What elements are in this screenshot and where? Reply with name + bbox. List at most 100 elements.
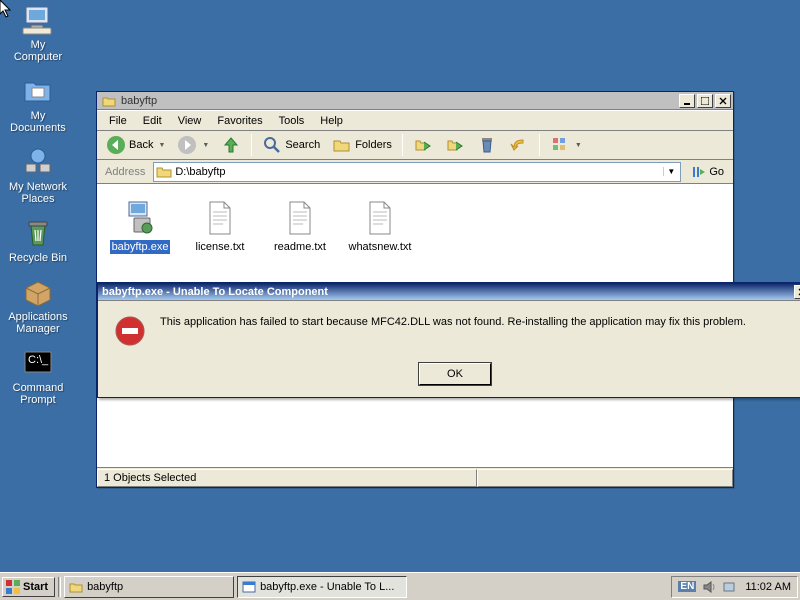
undo-button[interactable] [504, 132, 534, 158]
search-label: Search [285, 139, 320, 151]
language-indicator[interactable]: EN [678, 581, 696, 592]
menu-favorites[interactable]: Favorites [209, 113, 270, 129]
icon-label: Recycle Bin [9, 252, 67, 264]
dialog-close-button[interactable] [794, 285, 800, 299]
up-icon [221, 135, 241, 155]
icon-label: Applications Manager [6, 311, 70, 335]
menu-help[interactable]: Help [312, 113, 351, 129]
folder-icon [156, 165, 172, 179]
file-label: babyftp.exe [110, 240, 171, 254]
address-input[interactable] [175, 166, 663, 178]
copy-to-button[interactable] [440, 132, 470, 158]
folders-button[interactable]: Folders [327, 132, 397, 158]
file-item-license-txt[interactable]: license.txt [183, 197, 257, 257]
desktop-icon-command-prompt[interactable]: C:\_ Command Prompt [4, 345, 72, 408]
dialog-actions: OK [98, 357, 800, 397]
address-dropdown[interactable]: ▼ [663, 167, 678, 176]
undo-icon [509, 135, 529, 155]
up-button[interactable] [216, 132, 246, 158]
svg-text:C:\_: C:\_ [28, 354, 49, 366]
task-label: babyftp.exe - Unable To L... [260, 581, 394, 593]
desktop-icon-applications-manager[interactable]: Applications Manager [4, 274, 72, 337]
views-button[interactable]: ▼ [545, 132, 587, 158]
exe-icon [124, 200, 156, 236]
dialog-message: This application has failed to start bec… [160, 315, 746, 329]
dialog-titlebar[interactable]: babyftp.exe - Unable To Locate Component [98, 283, 800, 301]
task-button-explorer[interactable]: babyftp [64, 576, 234, 598]
folders-icon [332, 135, 352, 155]
chevron-down-icon: ▼ [575, 142, 582, 149]
toolbar: Back ▼ ▼ Search Folders ▼ [97, 130, 733, 160]
error-icon [114, 315, 146, 347]
chevron-down-icon: ▼ [202, 142, 209, 149]
volume-icon[interactable] [702, 580, 716, 594]
start-button[interactable]: Start [2, 577, 55, 597]
txt-icon [364, 200, 396, 236]
folder-icon [69, 580, 83, 594]
desktop-icon-my-documents[interactable]: My Documents [4, 73, 72, 136]
close-button[interactable] [715, 94, 731, 108]
dialog-title: babyftp.exe - Unable To Locate Component [100, 286, 794, 298]
copyto-icon [445, 135, 465, 155]
maximize-button[interactable] [697, 94, 713, 108]
minimize-button[interactable] [679, 94, 695, 108]
menu-tools[interactable]: Tools [271, 113, 313, 129]
ok-button[interactable]: OK [419, 363, 491, 385]
file-label: readme.txt [272, 240, 328, 254]
statusbar: 1 Objects Selected [97, 467, 733, 487]
addressbar: Address ▼ Go [97, 160, 733, 184]
move-to-button[interactable] [408, 132, 438, 158]
desktop-icon-my-computer[interactable]: My Computer [4, 2, 72, 65]
menu-file[interactable]: File [101, 113, 135, 129]
recycle-icon [22, 217, 54, 249]
delete-button[interactable] [472, 132, 502, 158]
taskbar-separator [58, 577, 61, 597]
folder-icon [102, 94, 116, 108]
icon-label: My Computer [6, 39, 70, 63]
status-spacer [477, 469, 733, 487]
go-button[interactable]: Go [685, 162, 729, 182]
file-label: whatsnew.txt [347, 240, 414, 254]
go-icon [690, 164, 706, 180]
moveto-icon [413, 135, 433, 155]
file-item-babyftp-exe[interactable]: babyftp.exe [103, 197, 177, 257]
clock[interactable]: 11:02 AM [742, 581, 791, 593]
system-tray: EN 11:02 AM [671, 576, 798, 598]
icon-label: My Documents [6, 110, 70, 134]
cmd-icon: C:\_ [22, 347, 54, 379]
tray-icon[interactable] [722, 580, 736, 594]
toolbar-separator [539, 134, 540, 156]
network-icon [22, 146, 54, 178]
back-label: Back [129, 139, 153, 151]
file-item-readme-txt[interactable]: readme.txt [263, 197, 337, 257]
menubar: File Edit View Favorites Tools Help [97, 110, 733, 130]
explorer-title: babyftp [119, 95, 677, 107]
delete-icon [477, 135, 497, 155]
toolbar-separator [402, 134, 403, 156]
taskbar: Start babyftp babyftp.exe - Unable To L.… [0, 572, 800, 600]
search-button[interactable]: Search [257, 132, 325, 158]
txt-icon [204, 200, 236, 236]
computer-icon [22, 4, 54, 36]
app-icon [242, 580, 256, 594]
back-icon [106, 135, 126, 155]
start-label: Start [23, 581, 48, 593]
dialog-body: This application has failed to start bec… [98, 301, 800, 357]
explorer-titlebar[interactable]: babyftp [97, 92, 733, 110]
chevron-down-icon: ▼ [158, 142, 165, 149]
address-label: Address [101, 166, 149, 178]
desktop-icon-network-places[interactable]: My Network Places [4, 144, 72, 207]
txt-icon [284, 200, 316, 236]
menu-edit[interactable]: Edit [135, 113, 170, 129]
task-button-error-dialog[interactable]: babyftp.exe - Unable To L... [237, 576, 407, 598]
menu-view[interactable]: View [170, 113, 210, 129]
file-label: license.txt [194, 240, 247, 254]
go-label: Go [709, 166, 724, 178]
desktop-icon-recycle-bin[interactable]: Recycle Bin [4, 215, 72, 266]
file-item-whatsnew-txt[interactable]: whatsnew.txt [343, 197, 417, 257]
task-label: babyftp [87, 581, 123, 593]
back-button[interactable]: Back ▼ [101, 132, 170, 158]
address-field[interactable]: ▼ [153, 162, 681, 182]
forward-button[interactable]: ▼ [172, 132, 214, 158]
desktop-icons: My Computer My Documents My Network Plac… [4, 2, 72, 408]
